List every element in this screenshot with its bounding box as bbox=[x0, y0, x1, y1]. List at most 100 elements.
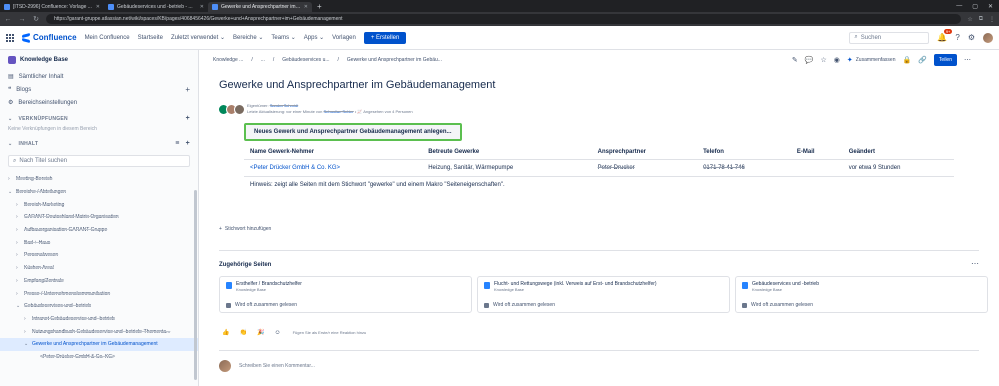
comment-editor[interactable]: Schreiben Sie einen Kommentar... bbox=[219, 360, 315, 372]
related-page-card[interactable]: Flucht- und Rettungswege (inkl. Verweis … bbox=[477, 276, 730, 313]
avatar[interactable] bbox=[983, 32, 993, 43]
settings-gear-icon[interactable]: ⚙ bbox=[968, 33, 975, 42]
contributor-avatars[interactable] bbox=[218, 103, 245, 115]
chevron-right-icon[interactable]: › bbox=[16, 240, 24, 246]
chevron-right-icon[interactable]: › bbox=[16, 227, 24, 233]
chevron-right-icon[interactable]: › bbox=[16, 278, 24, 284]
tree-item[interactable]: ⌄ Bereiche / Abteilungen bbox=[0, 186, 198, 199]
shortcuts-section-header[interactable]: ⌄ VERKNÜPFUNGEN + bbox=[0, 109, 198, 124]
chevron-down-icon[interactable]: ⌄ bbox=[8, 189, 16, 195]
tree-item[interactable]: › Bad + Haus bbox=[0, 236, 198, 249]
forward-icon[interactable]: → bbox=[18, 16, 26, 23]
notifications-bell-icon[interactable]: 🔔 9+ bbox=[937, 29, 953, 42]
tree-item[interactable]: <Peter Drücker GmbH & Co. KG> bbox=[0, 351, 198, 364]
nav-spaces[interactable]: Bereiche ⌄ bbox=[233, 34, 263, 41]
create-from-template-button[interactable]: Neues Gewerk und Ansprechpartner Gebäude… bbox=[244, 123, 462, 141]
add-content-icon[interactable]: + bbox=[186, 140, 190, 147]
star-icon[interactable]: ☆ bbox=[967, 16, 972, 23]
related-page-card[interactable]: Ersthelfer / Brandschutzhelfer Knowledge… bbox=[219, 276, 472, 313]
tree-item-selected[interactable]: ⌄ Gewerke und Ansprechpartner im Gebäudem… bbox=[0, 337, 198, 351]
breadcrumb-item[interactable]: Gewerke und Ansprechpartner im Gebäu... bbox=[347, 57, 442, 63]
share-button[interactable]: Teilen bbox=[933, 54, 957, 66]
sidebar-scrollbar[interactable] bbox=[194, 190, 197, 380]
more-options-icon[interactable]: ⋯ bbox=[971, 259, 979, 268]
browser-tab[interactable]: Gebäudeservices und -betrieb - ... ✕ bbox=[104, 2, 208, 12]
close-window-icon[interactable]: ✕ bbox=[988, 3, 993, 10]
add-shortcut-icon[interactable]: + bbox=[186, 115, 190, 122]
browser-tab-active[interactable]: Gewerke und Ansprechpartner im ... ✕ bbox=[208, 2, 312, 12]
chevron-right-icon[interactable]: › bbox=[24, 329, 32, 335]
chevron-down-icon[interactable]: ⌄ bbox=[24, 341, 32, 347]
party-reaction-icon[interactable]: 🎉 bbox=[257, 329, 264, 336]
star-icon[interactable]: ☆ bbox=[820, 56, 826, 64]
updated-by-link[interactable]: Sebastian Schier bbox=[324, 109, 354, 114]
column-header[interactable]: E-Mail bbox=[790, 148, 843, 160]
column-header[interactable]: Name Gewerk-Nehmer bbox=[244, 148, 423, 160]
tree-item[interactable]: › Empfang/Zentrale bbox=[0, 275, 198, 288]
restrictions-lock-icon[interactable]: 🔒 bbox=[902, 56, 911, 64]
chevron-right-icon[interactable]: › bbox=[16, 265, 24, 271]
tree-item[interactable]: › Personalwesen bbox=[0, 249, 198, 262]
tree-item[interactable]: › Küchen Areal bbox=[0, 262, 198, 275]
nav-apps[interactable]: Apps ⌄ bbox=[304, 34, 324, 41]
nav-my-confluence[interactable]: Mein Confluence bbox=[85, 35, 130, 41]
thumbs-up-reaction-icon[interactable]: 👍 bbox=[222, 329, 229, 336]
chevron-right-icon[interactable]: › bbox=[8, 176, 16, 182]
edit-pencil-icon[interactable]: ✎ bbox=[792, 56, 798, 64]
minimize-icon[interactable]: — bbox=[956, 3, 962, 10]
extensions-icon[interactable]: ⧉ bbox=[979, 16, 983, 23]
sidebar-item-blogs[interactable]: ❝ Blogs + bbox=[0, 83, 198, 96]
tree-item[interactable]: › Presse / Unternehmenskommunikation bbox=[0, 287, 198, 300]
browser-tab[interactable]: [ITSD-2996] Confluence: Vorlage ... ✕ bbox=[0, 2, 104, 12]
breadcrumb-item[interactable]: ... bbox=[261, 57, 265, 63]
chevron-right-icon[interactable]: › bbox=[16, 202, 24, 208]
title-filter-input[interactable]: ⌕ Nach Titel suchen bbox=[8, 155, 190, 167]
nav-teams[interactable]: Teams ⌄ bbox=[271, 34, 295, 41]
maximize-icon[interactable]: ▢ bbox=[972, 3, 978, 10]
chevron-down-icon[interactable]: ⌄ bbox=[16, 303, 24, 309]
views-count[interactable]: Angesehen von 4 Personen bbox=[363, 109, 412, 114]
column-header[interactable]: Ansprechpartner bbox=[591, 148, 698, 160]
tree-item[interactable]: › Intranet Gebäudeservice und -betrieb bbox=[0, 313, 198, 326]
sidebar-item-all-content[interactable]: ▤ Sämtlicher Inhalt bbox=[0, 70, 198, 83]
search-input[interactable]: ⌕ Suchen bbox=[849, 31, 930, 44]
tree-item[interactable]: › Aufbauorganisation GARANT Gruppe bbox=[0, 224, 198, 237]
tree-item[interactable]: › Nutzungshandbuch Gebäudeservice und -be… bbox=[0, 325, 198, 338]
comment-icon[interactable]: 💬 bbox=[805, 56, 814, 64]
summarize-button[interactable]: ✦ Zusammenfassen bbox=[847, 56, 896, 64]
close-icon[interactable]: ✕ bbox=[304, 4, 308, 10]
owner-link[interactable]: Sandra Schmidt bbox=[270, 103, 298, 108]
help-icon[interactable]: ? bbox=[955, 33, 959, 42]
chevron-right-icon[interactable]: › bbox=[24, 316, 32, 322]
breadcrumb-item[interactable]: Knowledge ... bbox=[213, 57, 243, 63]
nav-recent[interactable]: Zuletzt verwendet ⌄ bbox=[171, 34, 225, 41]
chevron-right-icon[interactable]: › bbox=[16, 252, 24, 258]
more-actions-icon[interactable]: ⋯ bbox=[964, 56, 971, 64]
watch-eye-icon[interactable]: ◉ bbox=[834, 56, 840, 64]
tree-item[interactable]: › Bereich Marketing bbox=[0, 198, 198, 211]
breadcrumb-item[interactable]: Gebäudeservices u... bbox=[282, 57, 329, 63]
column-header[interactable]: Geändert bbox=[842, 148, 954, 160]
filter-icon[interactable]: ≡ bbox=[175, 140, 179, 147]
tree-item[interactable]: › Meeting-Bereich bbox=[0, 173, 198, 186]
column-header[interactable]: Telefon bbox=[697, 148, 791, 160]
confluence-logo[interactable]: Confluence bbox=[22, 33, 77, 42]
chevron-right-icon[interactable]: › bbox=[16, 291, 24, 297]
reload-icon[interactable]: ↻ bbox=[32, 15, 40, 23]
related-page-card[interactable]: Gebäudeservices und -betrieb Knowledge B… bbox=[735, 276, 988, 313]
copy-link-icon[interactable]: 🔗 bbox=[918, 56, 927, 64]
space-title[interactable]: Knowledge Base bbox=[0, 50, 198, 70]
close-icon[interactable]: ✕ bbox=[96, 4, 100, 10]
add-reaction-icon[interactable]: ☺ bbox=[274, 330, 280, 336]
tree-item[interactable]: ⌄ Gebäudeservices und -betrieb bbox=[0, 300, 198, 313]
add-label-button[interactable]: + Stichwort hinzufügen bbox=[219, 226, 271, 232]
clap-reaction-icon[interactable]: 👏 bbox=[239, 329, 246, 336]
chevron-right-icon[interactable]: › bbox=[16, 214, 24, 220]
table-cell-link[interactable]: <Peter Drücker GmbH & Co. KG> bbox=[244, 159, 423, 177]
sidebar-item-space-settings[interactable]: ⚙ Bereichseinstellungen bbox=[0, 96, 198, 109]
nav-templates[interactable]: Vorlagen bbox=[332, 35, 356, 41]
app-switcher-icon[interactable] bbox=[6, 33, 14, 42]
back-icon[interactable]: ← bbox=[4, 16, 12, 23]
column-header[interactable]: Betreute Gewerke bbox=[422, 148, 592, 160]
url-field[interactable]: https://garant-gruppe.atlassian.net/wiki… bbox=[46, 14, 962, 24]
